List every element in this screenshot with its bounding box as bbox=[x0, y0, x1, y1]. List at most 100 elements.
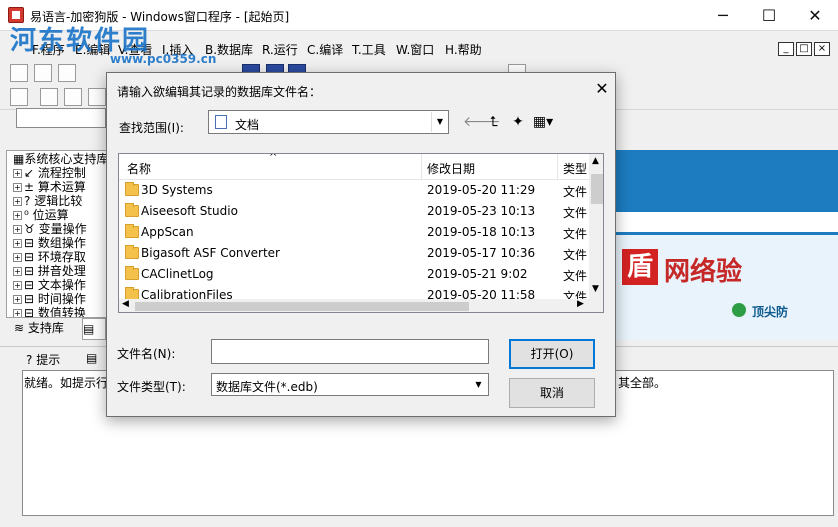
file-name: Bigasoft ASF Converter bbox=[141, 246, 280, 260]
scroll-left-icon[interactable]: ◀ bbox=[122, 299, 129, 309]
tree-item[interactable]: + ⊟ 文本操作 bbox=[7, 277, 109, 292]
column-name[interactable]: 名称 bbox=[127, 160, 151, 177]
expand-icon[interactable]: + bbox=[13, 225, 22, 234]
mdi-restore-button[interactable]: □ bbox=[796, 42, 812, 56]
file-date: 2019-05-20 11:58 bbox=[427, 288, 536, 299]
component-combo[interactable] bbox=[16, 108, 106, 128]
file-list[interactable]: 名称 ^ 修改日期 类型 3D Systems 2019-05-20 11:29… bbox=[118, 153, 604, 313]
menu-window[interactable]: W.窗口 bbox=[396, 41, 434, 58]
column-date[interactable]: 修改日期 bbox=[427, 160, 475, 177]
mdi-minimize-button[interactable]: _ bbox=[778, 42, 794, 56]
mdi-close-button[interactable]: × bbox=[814, 42, 830, 56]
up-folder-icon[interactable]: ⮤ bbox=[485, 114, 503, 130]
chevron-down-icon[interactable]: ▼ bbox=[431, 112, 448, 132]
tree-item[interactable]: + ⊟ 环境存取 bbox=[7, 249, 109, 264]
doc-icon: ⊟ bbox=[24, 306, 35, 318]
tree-item[interactable]: + ⊟ 拼音处理 bbox=[7, 263, 109, 278]
horizontal-scrollbar[interactable]: ◀ ▶ bbox=[119, 299, 603, 312]
tree-item[interactable]: + ⊟ 时间操作 bbox=[7, 291, 109, 306]
save-icon[interactable] bbox=[58, 64, 76, 82]
file-row[interactable]: Aiseesoft Studio 2019-05-23 10:13 文件 bbox=[119, 201, 589, 222]
column-divider[interactable] bbox=[421, 154, 422, 180]
menu-tools[interactable]: T.工具 bbox=[352, 41, 386, 58]
filetype-select[interactable]: 数据库文件(*.edb) ▼ bbox=[211, 373, 489, 396]
tree-item[interactable]: + ⁰ 位运算 bbox=[7, 207, 109, 222]
filename-input[interactable] bbox=[211, 339, 489, 364]
new-file-icon[interactable] bbox=[10, 64, 28, 82]
file-date: 2019-05-18 10:13 bbox=[427, 225, 536, 239]
menu-run[interactable]: R.运行 bbox=[262, 41, 298, 58]
scroll-up-icon[interactable]: ▲ bbox=[592, 156, 599, 166]
tree-item[interactable]: + ♉ 变量操作 bbox=[7, 221, 109, 236]
align-icon[interactable] bbox=[88, 88, 106, 106]
expand-icon[interactable]: + bbox=[13, 239, 22, 248]
math-icon: ± bbox=[24, 180, 35, 194]
file-row[interactable]: Bigasoft ASF Converter 2019-05-17 10:36 … bbox=[119, 243, 589, 264]
lookin-label: 查找范围(I): bbox=[119, 121, 184, 135]
tree-item[interactable]: + ± 算术运算 bbox=[7, 179, 109, 194]
expand-icon[interactable]: + bbox=[13, 169, 22, 178]
tab-output[interactable]: ▤ bbox=[86, 351, 97, 365]
expand-icon[interactable]: + bbox=[13, 281, 22, 290]
tab-program[interactable]: ▤ bbox=[82, 318, 106, 340]
file-type: 文件 bbox=[563, 227, 588, 241]
lookin-value: 文档 bbox=[235, 118, 260, 132]
menu-compile[interactable]: C.编译 bbox=[307, 41, 343, 58]
expand-icon[interactable]: + bbox=[13, 267, 22, 276]
folder-icon bbox=[125, 287, 139, 299]
align-icon[interactable] bbox=[10, 88, 28, 106]
documents-folder-icon bbox=[215, 115, 227, 129]
file-date: 2019-05-20 11:29 bbox=[427, 183, 536, 197]
expand-icon[interactable]: + bbox=[13, 309, 22, 317]
minimize-button[interactable]: ─ bbox=[700, 0, 746, 31]
ad-banner[interactable]: 盾 网络验 顶尖防 bbox=[612, 232, 838, 340]
align-icon[interactable] bbox=[64, 88, 82, 106]
chevron-down-icon[interactable]: ▼ bbox=[470, 375, 487, 394]
doc-icon: ⊟ bbox=[24, 250, 35, 264]
support-library-tree[interactable]: ▦系统核心支持库 + ↙ 流程控制 + ± 算术运算 +? 逻辑比较 + ⁰ 位运算 … bbox=[6, 150, 110, 318]
maximize-button[interactable]: ☐ bbox=[746, 0, 792, 31]
open-database-dialog: 请输入欲编辑其记录的数据库文件名： ✕ 查找范围(I): 文档 ▼ 🡐 ⮤ ✦ … bbox=[106, 72, 616, 417]
scrollbar-thumb[interactable] bbox=[135, 302, 469, 311]
new-folder-icon[interactable]: ✦ bbox=[509, 114, 527, 130]
view-menu-icon[interactable]: ▦▾ bbox=[531, 114, 555, 130]
books-icon: ≋ bbox=[14, 321, 25, 335]
tree-item[interactable]: + ↙ 流程控制 bbox=[7, 165, 109, 180]
column-type[interactable]: 类型 bbox=[563, 160, 587, 177]
open-button[interactable]: 打开(O) bbox=[509, 339, 595, 369]
file-row[interactable]: CAClinetLog 2019-05-21 9:02 文件 bbox=[119, 264, 589, 285]
file-name: CalibrationFiles bbox=[141, 288, 233, 299]
file-row[interactable]: 3D Systems 2019-05-20 11:29 文件 bbox=[119, 180, 589, 201]
scroll-down-icon[interactable]: ▼ bbox=[592, 284, 599, 294]
expand-icon[interactable]: + bbox=[13, 211, 22, 220]
expand-icon[interactable]: + bbox=[13, 253, 22, 262]
cancel-button[interactable]: 取消 bbox=[509, 378, 595, 408]
tree-item[interactable]: + ⊟ 数值转换 bbox=[7, 305, 109, 318]
bit-icon: ⁰ bbox=[24, 208, 29, 222]
output-text: 就绪。如提示行 bbox=[24, 376, 109, 390]
dialog-close-button[interactable]: ✕ bbox=[591, 79, 613, 101]
filetype-value: 数据库文件(*.edb) bbox=[216, 380, 318, 394]
file-name: CAClinetLog bbox=[141, 267, 214, 281]
tab-support-library[interactable]: ≋ 支持库 bbox=[14, 318, 64, 340]
back-icon[interactable]: 🡐 bbox=[463, 114, 501, 130]
scrollbar-thumb[interactable] bbox=[591, 174, 603, 204]
lookin-select[interactable]: 文档 ▼ bbox=[208, 110, 449, 134]
column-divider[interactable] bbox=[557, 154, 558, 180]
align-icon[interactable] bbox=[40, 88, 58, 106]
folder-icon bbox=[125, 182, 139, 196]
tree-item[interactable]: ▦系统核心支持库 bbox=[7, 151, 109, 166]
file-row[interactable]: AppScan 2019-05-18 10:13 文件 bbox=[119, 222, 589, 243]
scroll-right-icon[interactable]: ▶ bbox=[577, 299, 584, 309]
file-row[interactable]: CalibrationFiles 2019-05-20 11:58 文件 bbox=[119, 285, 589, 299]
expand-icon[interactable]: + bbox=[13, 197, 22, 206]
open-file-icon[interactable] bbox=[34, 64, 52, 82]
tree-item[interactable]: +? 逻辑比较 bbox=[7, 193, 109, 208]
expand-icon[interactable]: + bbox=[13, 295, 22, 304]
tab-hint[interactable]: ? 提示 bbox=[26, 351, 60, 368]
expand-icon[interactable]: + bbox=[13, 183, 22, 192]
menu-help[interactable]: H.帮助 bbox=[445, 41, 482, 58]
tree-item[interactable]: + ⊟ 数组操作 bbox=[7, 235, 109, 250]
vertical-scrollbar[interactable]: ▲ ▼ bbox=[589, 154, 603, 299]
close-button[interactable]: ✕ bbox=[792, 0, 838, 31]
